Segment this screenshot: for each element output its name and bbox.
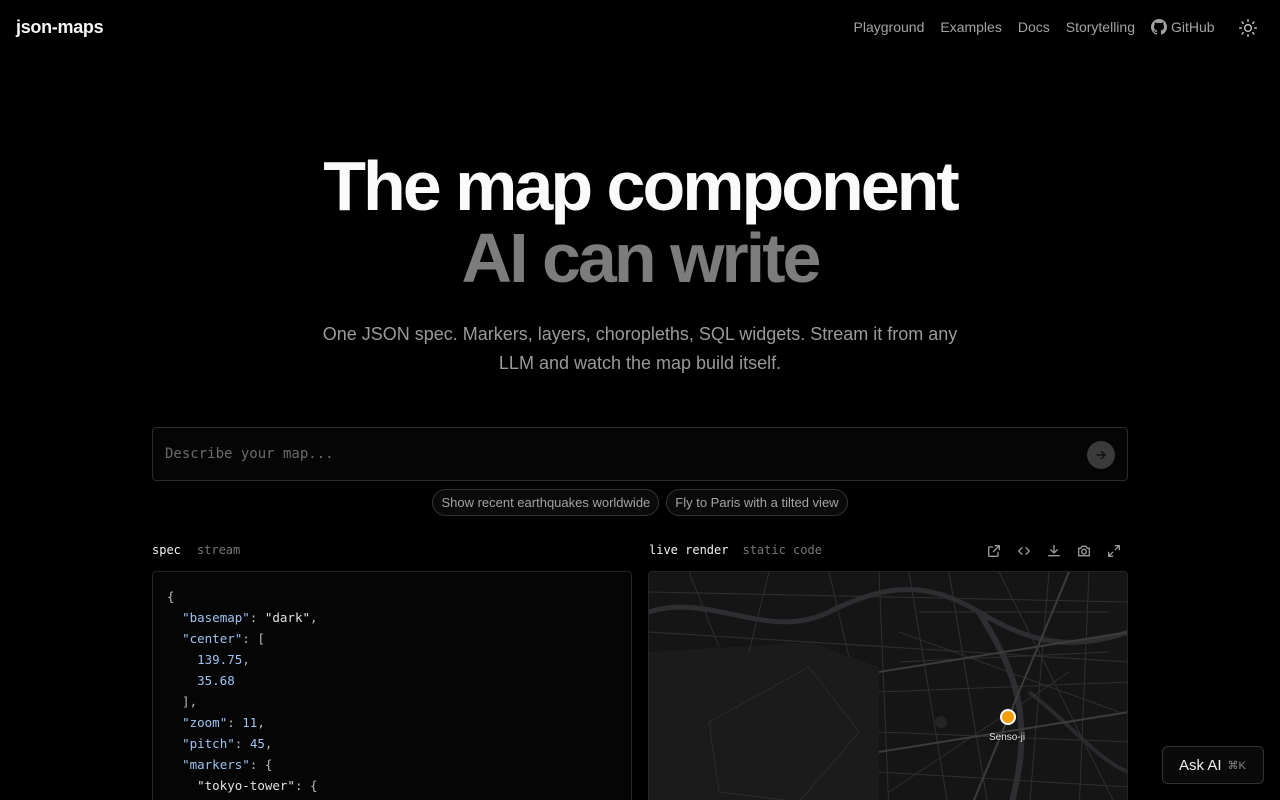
map-marker[interactable] (1000, 709, 1016, 725)
suggestion-chip-paris[interactable]: Fly to Paris with a tilted view (666, 489, 848, 516)
github-label: GitHub (1171, 19, 1215, 35)
nav-github[interactable]: GitHub (1151, 19, 1215, 35)
suggestion-chip-earthquakes[interactable]: Show recent earthquakes worldwide (432, 489, 660, 516)
fullscreen-icon[interactable] (1106, 543, 1122, 559)
tab-live-render[interactable]: live render (649, 543, 728, 557)
arrow-right-icon (1096, 450, 1106, 460)
spec-code: { "basemap": "dark", "center": [ 139.75,… (167, 589, 318, 793)
prompt-input[interactable] (165, 428, 1065, 480)
site-header: json-maps Playground Examples Docs Story… (0, 0, 1280, 56)
map-svg (649, 572, 1127, 800)
external-link-icon[interactable] (986, 543, 1002, 559)
hero-title: The map component AI can write (0, 150, 1280, 294)
download-icon[interactable] (1046, 543, 1062, 559)
sun-icon (1238, 18, 1258, 38)
nav-docs[interactable]: Docs (1018, 19, 1050, 35)
map-toolbar (986, 543, 1122, 559)
main-nav: Playground Examples Docs Storytelling (854, 19, 1135, 35)
suggestion-chips: Show recent earthquakes worldwide Fly to… (0, 489, 1280, 516)
tab-stream[interactable]: stream (197, 543, 240, 557)
hero-subtitle: One JSON spec. Markers, layers, chorople… (322, 324, 958, 373)
render-tabs: live render static code (649, 543, 822, 557)
spec-editor[interactable]: { "basemap": "dark", "center": [ 139.75,… (152, 571, 632, 800)
prompt-box (152, 427, 1128, 481)
ask-ai-shortcut: ⌘K (1227, 759, 1246, 772)
tab-spec[interactable]: spec (152, 543, 181, 557)
ask-ai-label: Ask AI (1179, 756, 1222, 774)
hero-title-line-2: AI can write (461, 219, 822, 297)
tab-static-code[interactable]: static code (742, 543, 821, 557)
nav-playground[interactable]: Playground (854, 19, 925, 35)
github-icon (1151, 19, 1167, 35)
theme-toggle-button[interactable] (1238, 18, 1258, 38)
camera-icon[interactable] (1076, 543, 1092, 559)
map-canvas[interactable] (648, 571, 1128, 800)
hero-title-line-1: The map component (323, 147, 959, 225)
nav-examples[interactable]: Examples (940, 19, 1001, 35)
map-marker-label: Senso-ji (989, 732, 1026, 743)
brand-logo[interactable]: json-maps (16, 17, 104, 38)
nav-storytelling[interactable]: Storytelling (1066, 19, 1135, 35)
code-icon[interactable] (1016, 543, 1032, 559)
ask-ai-button[interactable]: Ask AI ⌘K (1162, 746, 1264, 784)
spec-tabs: spec stream (152, 543, 240, 557)
submit-button[interactable] (1087, 441, 1115, 469)
